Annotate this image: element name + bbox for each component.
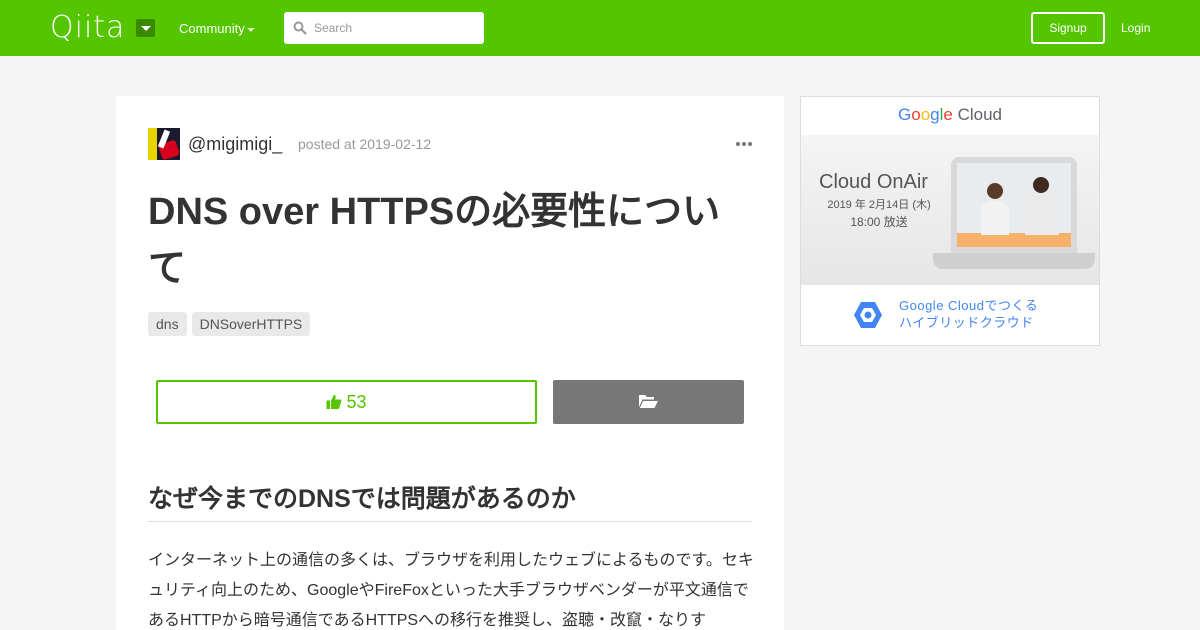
login-link[interactable]: Login xyxy=(1121,20,1150,36)
laptop-illustration xyxy=(951,157,1077,253)
search-icon xyxy=(293,21,307,35)
article-card: @migimigi_ posted at 2019-02-12 DNS over… xyxy=(116,96,784,630)
ad-banner-title: Cloud OnAir xyxy=(819,171,928,193)
ad-brand-logo: Google Cloud xyxy=(897,105,1003,124)
community-caret-icon[interactable] xyxy=(247,28,255,32)
tag-dns[interactable]: dns xyxy=(148,312,187,336)
ad-banner-time: 18:00 放送 xyxy=(850,215,908,229)
logo-dropdown-icon[interactable] xyxy=(136,19,155,37)
more-options-icon[interactable] xyxy=(736,142,752,148)
like-count: 53 xyxy=(346,392,367,412)
posted-date: posted at 2019-02-12 xyxy=(298,136,432,152)
ad-cta-line1: Google Cloudでつくる xyxy=(899,298,1039,313)
ad-cta-line2: ハイブリッドクラウド xyxy=(899,315,1034,330)
ad-banner-date: 2019 年 2月14日 (木) xyxy=(827,199,931,211)
ad-banner-image: Cloud OnAir 2019 年 2月14日 (木) 18:00 放送 xyxy=(801,135,1099,285)
qiita-logo[interactable]: Qiita xyxy=(50,11,125,45)
google-cloud-hexagon-icon xyxy=(854,302,882,328)
signup-button[interactable]: Signup xyxy=(1031,12,1105,44)
ad-call-to-action[interactable]: Google Cloudでつくる ハイブリッドクラウド xyxy=(801,287,1099,345)
community-menu[interactable]: Community xyxy=(179,21,245,37)
author-username[interactable]: @migimigi_ xyxy=(188,133,282,155)
laptop-base xyxy=(933,253,1095,269)
stock-button[interactable] xyxy=(553,380,744,424)
tag-dnsoverhttps[interactable]: DNSoverHTTPS xyxy=(191,312,311,336)
thumbs-up-icon xyxy=(326,395,342,409)
author-avatar[interactable] xyxy=(148,128,180,160)
tag-list: dns DNSoverHTTPS xyxy=(148,312,315,336)
search-input[interactable] xyxy=(314,12,479,44)
section-heading: なぜ今までのDNSでは問題があるのか xyxy=(148,485,576,513)
folder-open-icon xyxy=(639,395,658,408)
article-title: DNS over HTTPSの必要性について xyxy=(148,191,721,290)
google-cloud-ad[interactable]: Google Cloud Cloud OnAir 2019 年 2月14日 (木… xyxy=(800,96,1100,346)
top-navbar: Qiita Community Signup Login xyxy=(0,0,1200,56)
section-divider xyxy=(148,521,752,522)
article-paragraph: インターネット上の通信の多くは、ブラウザを利用したウェブによるものです。セキュリ… xyxy=(148,552,754,629)
search-box[interactable] xyxy=(284,12,484,44)
like-button[interactable]: 53 xyxy=(156,380,537,424)
